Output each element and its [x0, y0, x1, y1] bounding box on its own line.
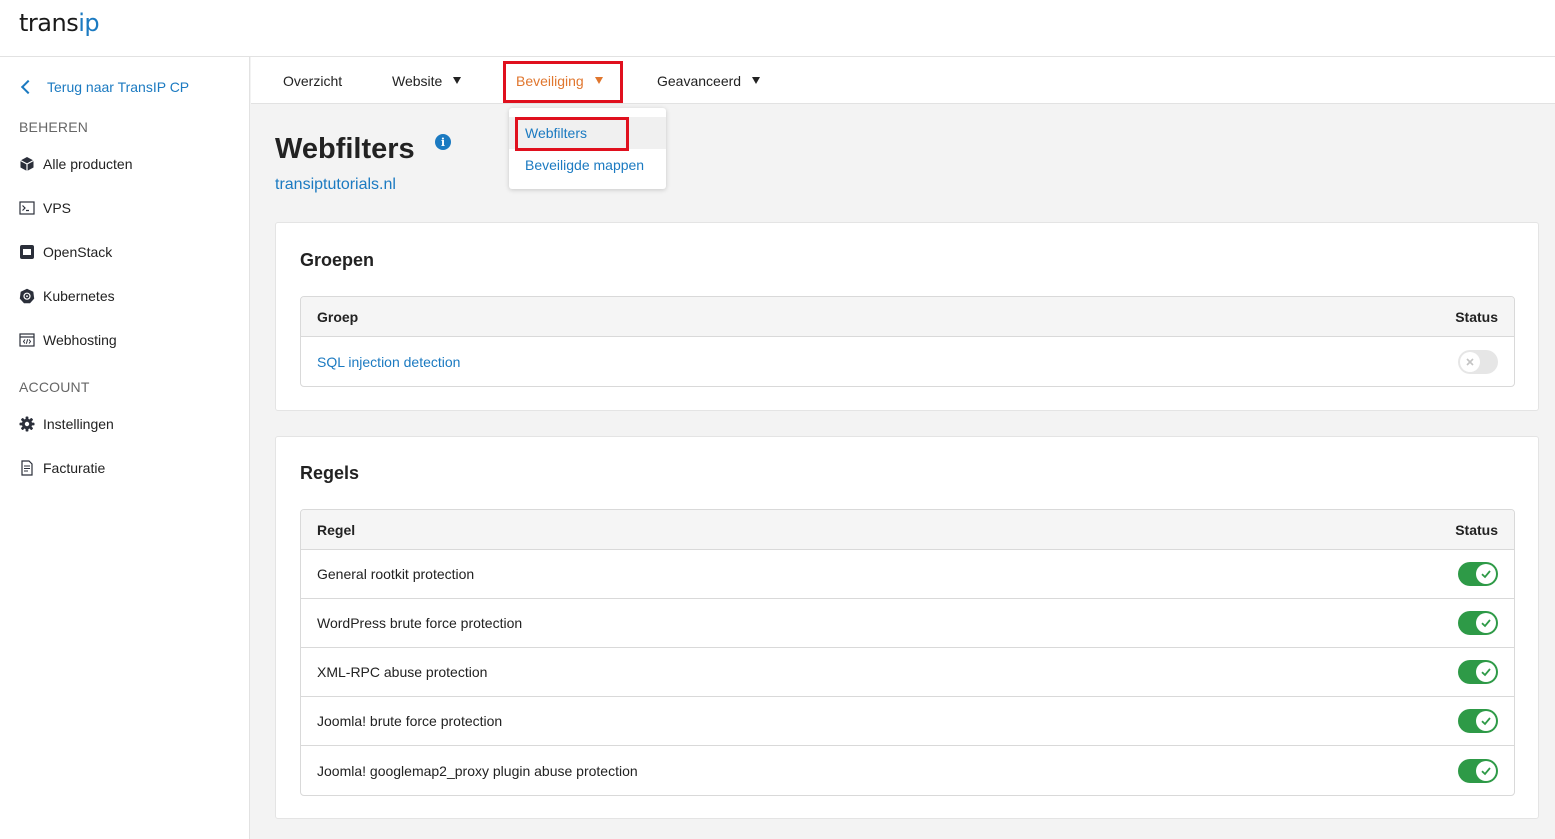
rule-name: Joomla! brute force protection [317, 713, 503, 729]
table-header: Groep Status [301, 297, 1514, 337]
terminal-icon [19, 200, 35, 216]
check-icon [1476, 564, 1496, 584]
status-toggle-off[interactable] [1458, 349, 1498, 374]
table-row: General rootkit protection [301, 550, 1514, 599]
menu-item-label: Webfilters [525, 125, 587, 141]
rules-card-title: Regels [300, 463, 360, 483]
check-icon [1476, 662, 1496, 682]
check-icon [1476, 711, 1496, 731]
table-row: Joomla! googlemap2_proxy plugin abuse pr… [301, 746, 1514, 795]
sidebar: Terug naar TransIP CP BEHEREN Alle produ… [0, 57, 250, 839]
tab-bar: Overzicht Website Beveiliging Geavanceer… [251, 57, 1555, 104]
menu-item-beveiligde-mappen[interactable]: Beveiligde mappen [509, 149, 666, 181]
kubernetes-icon [19, 288, 35, 304]
check-icon [1476, 760, 1496, 781]
page-title: Webfilters [275, 133, 415, 165]
cube-icon [19, 156, 35, 172]
groups-table: Groep Status SQL injection detection [300, 296, 1515, 387]
table-row: WordPress brute force protection [301, 599, 1514, 648]
sidebar-item-alle-producten[interactable]: Alle producten [19, 156, 133, 172]
column-header-status: Status [1455, 308, 1498, 325]
table-header: Regel Status [301, 510, 1514, 550]
rule-name: General rootkit protection [317, 566, 475, 582]
sidebar-item-facturatie[interactable]: Facturatie [19, 460, 105, 476]
table-row: SQL injection detection [301, 337, 1514, 386]
sidebar-item-label: Facturatie [43, 460, 106, 476]
tab-website[interactable]: Website [392, 57, 462, 104]
sidebar-item-openstack[interactable]: OpenStack [19, 244, 112, 260]
rule-name: XML-RPC abuse protection [317, 664, 488, 680]
sidebar-item-label: Kubernetes [43, 288, 115, 304]
section-label-beheren: BEHEREN [19, 119, 89, 135]
sidebar-item-kubernetes[interactable]: Kubernetes [19, 288, 115, 304]
column-header-groep: Groep [317, 308, 359, 325]
status-toggle-on[interactable] [1458, 758, 1498, 783]
back-to-cp-link[interactable]: Terug naar TransIP CP [19, 79, 189, 95]
top-bar: transip [0, 0, 1555, 57]
menu-item-webfilters[interactable]: Webfilters [509, 117, 666, 149]
status-toggle-on[interactable] [1458, 660, 1498, 684]
table-row: Joomla! brute force protection [301, 697, 1514, 746]
caret-down-icon [594, 77, 603, 84]
sidebar-item-label: Webhosting [43, 332, 117, 348]
tab-beveiliging[interactable]: Beveiliging [516, 57, 603, 104]
sidebar-item-label: VPS [43, 200, 72, 216]
tab-label: Overzicht [283, 72, 343, 89]
domain-link[interactable]: transiptutorials.nl [275, 176, 396, 194]
sidebar-item-label: Alle producten [43, 156, 133, 172]
beveiliging-dropdown-menu: Webfilters Beveiligde mappen [509, 108, 666, 189]
openstack-icon [19, 244, 35, 260]
info-icon[interactable]: i [435, 134, 451, 150]
status-toggle-on[interactable] [1458, 562, 1498, 586]
gear-icon [19, 416, 35, 432]
sidebar-item-webhosting[interactable]: Webhosting [19, 332, 117, 348]
section-label-account: ACCOUNT [19, 379, 90, 395]
tab-label: Geavanceerd [657, 72, 742, 89]
check-icon [1476, 613, 1496, 633]
rules-card: Regels Regel Status General rootkit prot… [275, 436, 1539, 819]
x-icon [1460, 351, 1480, 372]
tab-label: Website [392, 72, 443, 89]
sidebar-item-label: Instellingen [43, 416, 114, 432]
rule-name: WordPress brute force protection [317, 615, 523, 631]
menu-item-label: Beveiligde mappen [525, 157, 645, 173]
caret-down-icon [752, 77, 761, 84]
rule-name: Joomla! googlemap2_proxy plugin abuse pr… [317, 762, 638, 779]
sidebar-item-vps[interactable]: VPS [19, 200, 71, 216]
table-row: XML-RPC abuse protection [301, 648, 1514, 697]
transip-logo[interactable]: transip [19, 9, 100, 37]
groups-card-title: Groepen [300, 250, 375, 270]
tab-geavanceerd[interactable]: Geavanceerd [657, 57, 761, 104]
invoice-icon [19, 460, 35, 476]
chevron-left-icon [20, 79, 36, 95]
rules-table: Regel Status General rootkit protection … [300, 509, 1515, 796]
tab-label: Beveiliging [516, 72, 584, 89]
group-link[interactable]: SQL injection detection [317, 354, 460, 370]
webhosting-icon [19, 332, 35, 348]
logo-text-ip: ip [78, 9, 100, 37]
sidebar-item-instellingen[interactable]: Instellingen [19, 416, 114, 432]
groups-card: Groepen Groep Status SQL injection detec… [275, 222, 1539, 411]
caret-down-icon [453, 77, 462, 84]
column-header-regel: Regel [317, 521, 356, 538]
status-toggle-on[interactable] [1458, 611, 1498, 635]
sidebar-item-label: OpenStack [43, 244, 113, 260]
logo-text-trans: trans [19, 9, 79, 37]
tab-overzicht[interactable]: Overzicht [283, 57, 342, 104]
back-link-label: Terug naar TransIP CP [47, 79, 190, 95]
status-toggle-on[interactable] [1458, 709, 1498, 733]
column-header-status: Status [1455, 521, 1498, 538]
